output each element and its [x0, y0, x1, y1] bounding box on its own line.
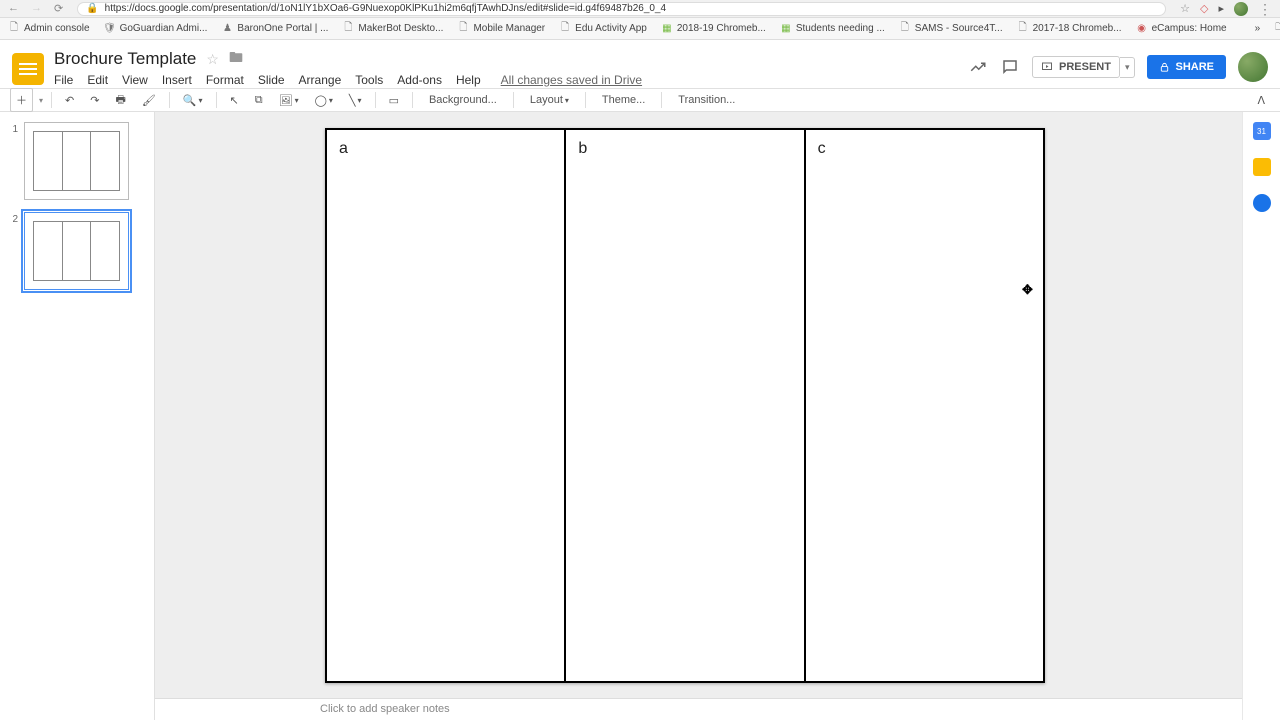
ext-icon-2[interactable]: ▸ [1218, 2, 1224, 15]
calendar-icon[interactable] [1253, 122, 1271, 140]
shape-tool[interactable]: ◯ ▾ [310, 91, 338, 110]
menu-tools[interactable]: Tools [355, 73, 383, 87]
menu-arrange[interactable]: Arrange [299, 73, 342, 87]
slides-logo-icon[interactable] [12, 53, 44, 85]
menu-file[interactable]: File [54, 73, 73, 87]
sheet-icon: ▦ [780, 23, 792, 35]
url-bar[interactable]: 🔒 https://docs.google.com/presentation/d… [77, 2, 1166, 16]
move-cursor-icon: ✥ [1022, 282, 1033, 298]
bookmark-item[interactable]: ♟BaronOne Portal | ... [221, 23, 328, 35]
bookmark-item[interactable]: ▦Students needing ... [780, 23, 885, 35]
bookmark-item[interactable]: 🗋Edu Activity App [559, 23, 647, 35]
image-tool[interactable]: 🖼 ▾ [274, 91, 304, 110]
slide-thumbnail-row: 2 [8, 212, 146, 290]
menu-bar: File Edit View Insert Format Slide Arran… [54, 73, 642, 87]
new-slide-button[interactable]: ＋ [10, 88, 33, 112]
bookmark-item[interactable]: 🗋MakerBot Deskto... [342, 23, 443, 35]
bookmark-item[interactable]: 🗋Admin console [8, 23, 90, 35]
folder-icon[interactable]: 🖿 [229, 47, 243, 71]
undo-button[interactable]: ↶ [60, 91, 79, 110]
menu-format[interactable]: Format [206, 73, 244, 87]
page-icon: 🗋 [899, 23, 911, 35]
page-icon: 🗋 [342, 23, 354, 35]
toolbar: ＋ ▾ ↶ ↷ 🖶 🖌 🔍 ▾ ↖ ⧉ 🖼 ▾ ◯ ▾ ╲ ▾ ▭ Backgr… [0, 88, 1280, 112]
bookmark-item[interactable]: ▦2018-19 Chromeb... [661, 23, 766, 35]
paint-format-button[interactable]: 🖌 [137, 91, 161, 110]
reload-icon[interactable]: ⟳ [54, 2, 63, 15]
menu-addons[interactable]: Add-ons [397, 73, 442, 87]
speaker-notes[interactable]: Click to add speaker notes [155, 698, 1242, 720]
bookmarks-bar: 🗋Admin console 🛡GoGuardian Admi... ♟Baro… [0, 18, 1280, 40]
forward-icon[interactable]: → [31, 2, 42, 15]
transition-button[interactable]: Transition... [670, 91, 743, 109]
save-status[interactable]: All changes saved in Drive [501, 73, 642, 87]
page-icon: 🗋 [8, 23, 20, 35]
page-icon: ◉ [1136, 23, 1148, 35]
slide-column-b[interactable]: b [566, 130, 805, 681]
bookmark-item[interactable]: 🗋SAMS - Source4T... [899, 23, 1003, 35]
menu-slide[interactable]: Slide [258, 73, 285, 87]
dropdown-icon[interactable]: ▾ [39, 96, 43, 105]
slide[interactable]: a b c ✥ [325, 128, 1045, 683]
slide-column-c[interactable]: c [806, 130, 1043, 681]
tasks-icon[interactable] [1253, 194, 1271, 212]
menu-help[interactable]: Help [456, 73, 481, 87]
menu-edit[interactable]: Edit [87, 73, 108, 87]
workspace: 1 2 a b c ✥ Click to add speaker notes [0, 112, 1280, 720]
comments-icon[interactable] [1000, 57, 1020, 77]
app-header: Brochure Template ☆ 🖿 File Edit View Ins… [0, 40, 1280, 88]
other-bookmarks[interactable]: 🗀Other Bookmarks [1274, 23, 1280, 35]
slide-thumbnail-row: 1 [8, 122, 146, 200]
background-button[interactable]: Background... [421, 91, 505, 109]
activity-icon[interactable] [968, 57, 988, 77]
page-icon: 🗋 [559, 23, 571, 35]
bookmark-item[interactable]: 🗋2017-18 Chromeb... [1017, 23, 1122, 35]
menu-insert[interactable]: Insert [162, 73, 192, 87]
profile-icon[interactable] [1234, 2, 1248, 16]
bookmark-item[interactable]: 🛡GoGuardian Admi... [104, 23, 208, 35]
zoom-button[interactable]: 🔍 ▾ [178, 91, 208, 110]
line-tool[interactable]: ╲ ▾ [344, 91, 367, 110]
bookmark-overflow[interactable]: » [1255, 23, 1261, 34]
present-button[interactable]: PRESENT [1032, 56, 1120, 78]
url-text: https://docs.google.com/presentation/d/1… [105, 3, 666, 14]
page-icon: 🗋 [1017, 23, 1029, 35]
back-icon[interactable]: ← [8, 2, 19, 15]
document-title[interactable]: Brochure Template [54, 49, 196, 69]
bookmark-item[interactable]: 🗋Mobile Manager [457, 23, 545, 35]
folder-icon: 🗀 [1274, 23, 1280, 35]
filmstrip: 1 2 [0, 112, 155, 720]
print-button[interactable]: 🖶 [110, 88, 130, 113]
ext-icon-1[interactable]: ◇ [1200, 2, 1208, 15]
keep-icon[interactable] [1253, 158, 1271, 176]
side-panel [1242, 112, 1280, 720]
user-avatar[interactable] [1238, 52, 1268, 82]
browser-chrome: ← → ⟳ 🔒 https://docs.google.com/presenta… [0, 0, 1280, 18]
layout-button[interactable]: Layout ▾ [522, 91, 577, 109]
select-tool[interactable]: ↖ [225, 91, 244, 110]
menu-view[interactable]: View [122, 73, 148, 87]
bookmark-item[interactable]: ◉eCampus: Home [1136, 23, 1227, 35]
redo-button[interactable]: ↷ [85, 91, 104, 110]
star-icon[interactable]: ☆ [1180, 2, 1190, 15]
comment-tool[interactable]: ▭ [384, 91, 404, 110]
slide-number: 1 [8, 122, 18, 135]
page-icon: 🗋 [457, 23, 469, 35]
slide-column-a[interactable]: a [327, 130, 566, 681]
present-dropdown[interactable]: ▾ [1120, 57, 1136, 78]
theme-button[interactable]: Theme... [594, 91, 653, 109]
canvas[interactable]: a b c ✥ Click to add speaker notes [155, 112, 1242, 720]
slide-thumbnail[interactable] [24, 122, 129, 200]
slide-thumbnail-selected[interactable] [24, 212, 129, 290]
page-icon: ♟ [221, 23, 233, 35]
star-icon[interactable]: ☆ [206, 51, 219, 68]
collapse-toolbar-icon[interactable]: ᐱ [1252, 91, 1270, 110]
slide-number: 2 [8, 212, 18, 225]
sheet-icon: ▦ [661, 23, 673, 35]
share-button[interactable]: SHARE [1147, 55, 1226, 79]
shield-icon: 🛡 [104, 23, 116, 35]
menu-icon[interactable]: ⋮ [1258, 4, 1272, 14]
lock-icon: 🔒 [86, 3, 98, 14]
textbox-tool[interactable]: ⧉ [250, 91, 268, 110]
